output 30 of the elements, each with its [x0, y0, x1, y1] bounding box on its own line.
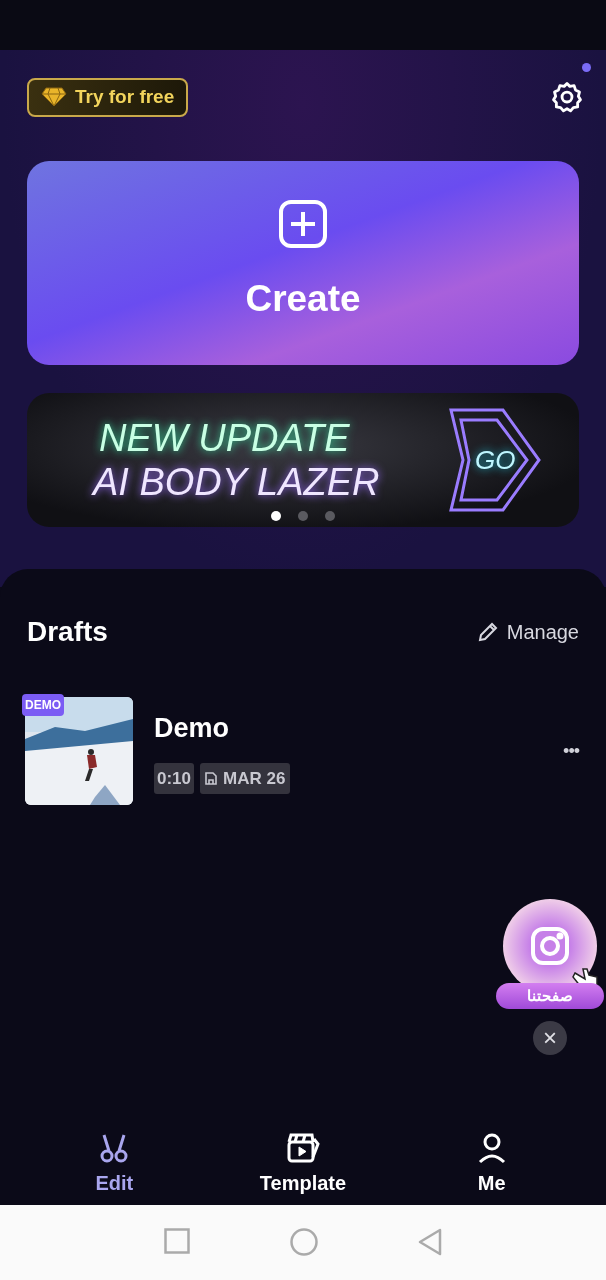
- clapperboard-icon: [286, 1132, 320, 1164]
- banner-subtitle: AI BODY LAZER: [93, 460, 380, 504]
- try-for-free-button[interactable]: Try for free: [27, 77, 189, 117]
- nav-tab[interactable]: Me: [431, 1132, 552, 1198]
- more-button[interactable]: •••: [563, 737, 579, 765]
- draft-title: Demo: [154, 712, 230, 745]
- nav-tab[interactable]: Template: [243, 1132, 363, 1198]
- diamond-icon: [41, 87, 67, 107]
- person-icon: [476, 1132, 507, 1164]
- promo-banner[interactable]: NEW UPDATE AI BODY LAZER GO: [27, 393, 579, 527]
- nav-tab[interactable]: Edit: [54, 1132, 175, 1198]
- camera-icon[interactable]: [530, 926, 570, 966]
- manage-button[interactable]: Manage: [476, 617, 579, 647]
- back-icon[interactable]: [418, 1228, 442, 1256]
- create-card[interactable]: Create: [27, 161, 579, 365]
- drafts-heading: Drafts: [27, 615, 108, 649]
- home-icon[interactable]: [290, 1228, 318, 1256]
- banner-headline: NEW UPDATE: [99, 416, 351, 460]
- demo-badge: DEMO: [22, 694, 64, 716]
- date-tag: MAR 26: [200, 762, 291, 794]
- settings-icon: [550, 80, 584, 114]
- our-page-button[interactable]: صفحتنا: [496, 983, 604, 1009]
- go-label: GO: [475, 443, 516, 477]
- chevron-frame-icon: [447, 408, 543, 512]
- pencil-icon: [476, 621, 499, 643]
- duration-tag: 0:10: [154, 762, 195, 794]
- plus-square-icon: [278, 199, 328, 250]
- save-icon: [205, 771, 218, 785]
- close-button[interactable]: ×: [533, 1021, 567, 1055]
- recent-apps-icon[interactable]: [164, 1228, 190, 1254]
